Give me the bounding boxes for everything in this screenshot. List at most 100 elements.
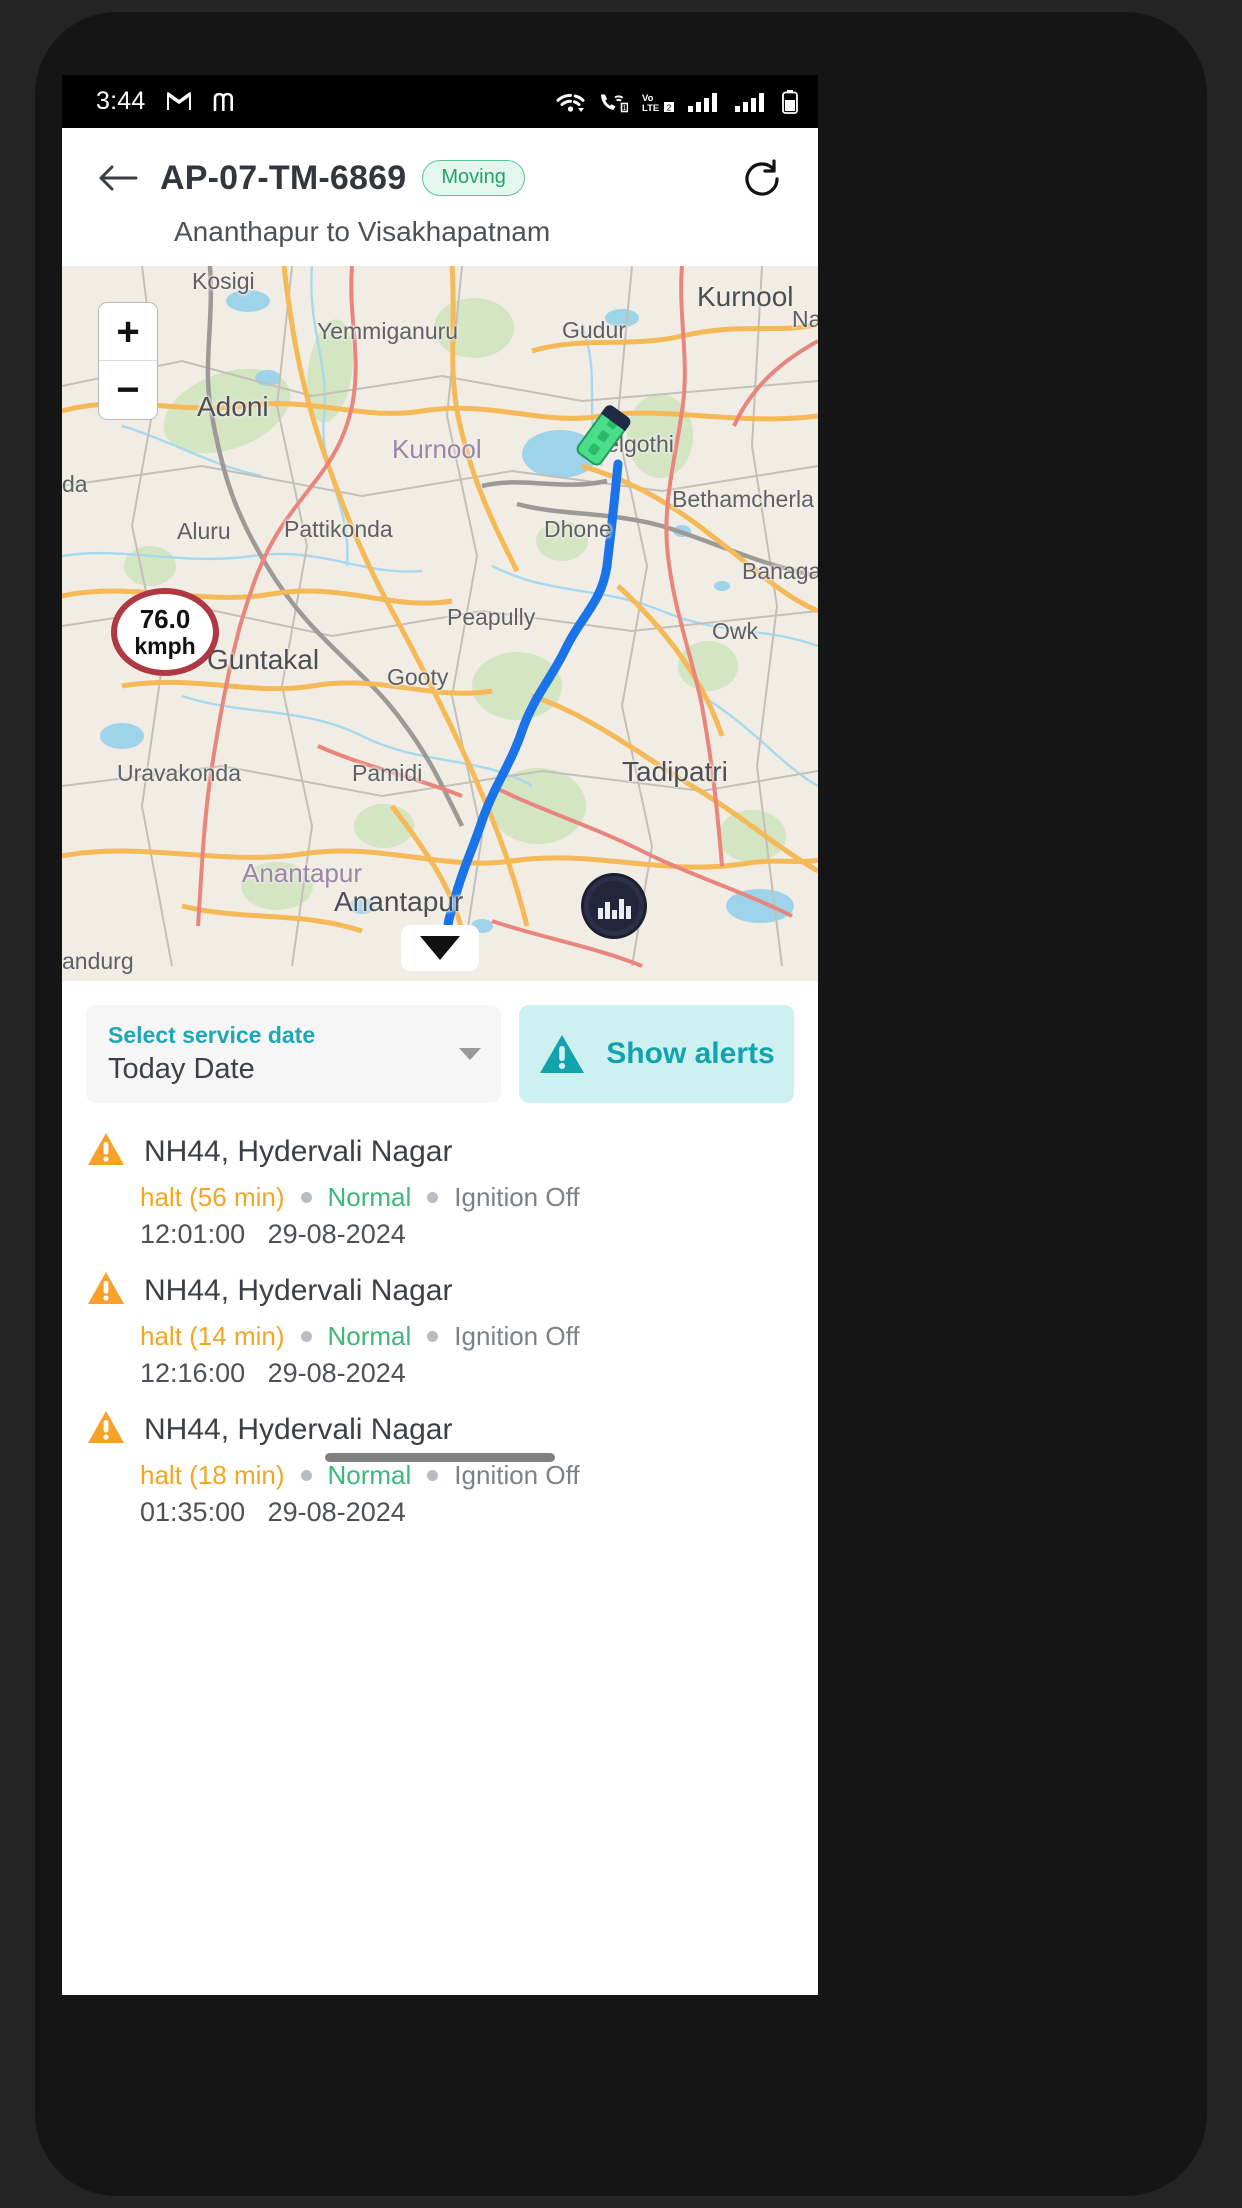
alert-date: 29-08-2024 bbox=[267, 1497, 406, 1528]
map-place-label: Banagan bbox=[742, 558, 818, 584]
service-date-label: Select service date bbox=[108, 1022, 316, 1048]
alert-ignition: Ignition Off bbox=[454, 1182, 580, 1213]
back-button[interactable] bbox=[90, 150, 146, 206]
map-place-label: Pattikonda bbox=[284, 516, 393, 542]
wifi-icon bbox=[556, 91, 585, 113]
home-indicator[interactable] bbox=[325, 1453, 555, 1462]
alert-header: NH44, Hydervali Nagar bbox=[86, 1270, 794, 1311]
show-alerts-button[interactable]: Show alerts bbox=[519, 1005, 794, 1104]
map-place-label: Anantapur bbox=[334, 886, 464, 917]
svg-text:1: 1 bbox=[622, 105, 626, 112]
alert-place: NH44, Hydervali Nagar bbox=[144, 1412, 453, 1446]
alert-meta: halt (14 min) Normal Ignition Off bbox=[140, 1321, 794, 1352]
chevron-down-icon bbox=[459, 1048, 481, 1061]
map-place-label: Owk bbox=[712, 618, 758, 644]
alert-date: 29-08-2024 bbox=[267, 1219, 406, 1250]
map-place-label: Bethamcherla bbox=[672, 486, 814, 512]
alert-halt-duration: halt (14 min) bbox=[140, 1321, 285, 1352]
status-badge: Moving bbox=[422, 160, 525, 196]
separator-dot-icon bbox=[300, 1470, 312, 1482]
alert-time: 12:16:00 bbox=[140, 1358, 246, 1389]
alert-list-item[interactable]: NH44, Hydervali Nagar halt (14 min) Normal… bbox=[86, 1256, 794, 1395]
alert-place: NH44, Hydervali Nagar bbox=[144, 1273, 453, 1307]
speed-badge: 76.0 kmph bbox=[111, 588, 219, 676]
chevron-down-icon bbox=[420, 936, 460, 960]
map-place-label: Kosigi bbox=[192, 268, 255, 294]
status-bar-left: 3:44 bbox=[96, 87, 238, 116]
zoom-in-button[interactable]: + bbox=[99, 303, 157, 361]
warning-triangle-icon bbox=[88, 1272, 124, 1305]
map-place-label: Adoni bbox=[197, 391, 269, 422]
map-place-label: Anantapur bbox=[242, 858, 362, 888]
origin-city-marker[interactable] bbox=[584, 876, 644, 936]
service-date-value: Today Date bbox=[108, 1052, 255, 1085]
alert-list-item[interactable]: NH44, Hydervali Nagar halt (56 min) Normal… bbox=[86, 1117, 794, 1256]
map-place-label: Kurnool bbox=[697, 281, 794, 312]
alert-ignition: Ignition Off bbox=[454, 1460, 580, 1491]
alert-warning-icon bbox=[86, 1270, 126, 1311]
alert-time: 01:35:00 bbox=[140, 1497, 246, 1528]
service-date-text-wrap: Select service date Today Date bbox=[108, 1021, 315, 1087]
svg-text:2: 2 bbox=[667, 102, 672, 112]
zoom-out-button[interactable]: − bbox=[99, 361, 157, 419]
service-date-select[interactable]: Select service date Today Date bbox=[86, 1005, 501, 1104]
alert-halt-duration: halt (56 min) bbox=[140, 1182, 285, 1213]
alert-list-item[interactable]: NH44, Hydervali Nagar halt (18 min) Normal… bbox=[86, 1395, 794, 1534]
alert-place: NH44, Hydervali Nagar bbox=[144, 1134, 453, 1168]
alert-header: NH44, Hydervali Nagar bbox=[86, 1409, 794, 1450]
map-place-label: Dhone bbox=[544, 516, 612, 542]
separator-dot-icon bbox=[427, 1192, 439, 1204]
phone-screen: 3:44 1 Vo LTE 2 AP-07-TM-6869 Moving Ana… bbox=[62, 75, 818, 1995]
vehicle-number: AP-07-TM-6869 bbox=[160, 158, 407, 197]
status-bar-right: 1 Vo LTE 2 bbox=[556, 89, 798, 114]
alert-halt-duration: halt (18 min) bbox=[140, 1460, 285, 1491]
battery-icon bbox=[782, 89, 798, 114]
city-skyline-icon bbox=[597, 899, 631, 919]
map-place-label: Peapully bbox=[447, 604, 536, 630]
bus-window-icon bbox=[596, 429, 610, 443]
bus-window-icon bbox=[587, 442, 601, 456]
route-subtitle: Ananthapur to Visakhapatnam bbox=[174, 216, 551, 247]
separator-dot-icon bbox=[300, 1192, 312, 1204]
alert-date: 29-08-2024 bbox=[267, 1358, 406, 1389]
map-place-label: Pamidi bbox=[352, 760, 423, 786]
map-place-label: Uravakonda bbox=[117, 760, 242, 786]
map-place-label: Aluru bbox=[177, 518, 231, 544]
alert-ignition: Ignition Off bbox=[454, 1321, 580, 1352]
back-arrow-icon bbox=[99, 165, 138, 191]
map-place-label: Gudur bbox=[562, 317, 626, 343]
alert-meta: halt (18 min) Normal Ignition Off bbox=[140, 1460, 794, 1491]
map-place-label: da bbox=[62, 471, 88, 497]
title-wrap: AP-07-TM-6869 Moving bbox=[160, 159, 734, 198]
show-alerts-label: Show alerts bbox=[606, 1037, 775, 1071]
alert-state: Normal bbox=[327, 1460, 412, 1491]
map-place-label: Gooty bbox=[387, 664, 449, 690]
bottom-sheet: Select service date Today Date Show aler… bbox=[62, 981, 818, 1527]
alert-warning-icon bbox=[86, 1131, 126, 1172]
map-place-label: Kurnool bbox=[392, 434, 482, 464]
alert-header: NH44, Hydervali Nagar bbox=[86, 1131, 794, 1172]
speed-value: 76.0 bbox=[139, 604, 191, 635]
alert-time: 12:01:00 bbox=[140, 1219, 246, 1250]
map-place-label: Tadipatri bbox=[622, 756, 728, 787]
status-bar: 3:44 1 Vo LTE 2 bbox=[62, 75, 818, 128]
map-view[interactable]: KosigiYemmiganuruGudurNanKurnoolAdoniKur… bbox=[62, 266, 818, 981]
map-zoom-controls[interactable]: + − bbox=[98, 302, 158, 420]
gmail-icon bbox=[167, 92, 192, 111]
warning-triangle-icon bbox=[88, 1133, 124, 1166]
map-place-label: Guntakal bbox=[207, 644, 320, 675]
alert-state: Normal bbox=[327, 1321, 412, 1352]
separator-dot-icon bbox=[427, 1470, 439, 1482]
alert-timestamp: 01:35:00 29-08-2024 bbox=[140, 1497, 794, 1528]
warning-triangle-icon bbox=[88, 1411, 124, 1444]
volte-sim2-icon: Vo LTE 2 bbox=[641, 91, 675, 113]
signal-sim1-icon bbox=[688, 91, 722, 113]
svg-text:LTE: LTE bbox=[642, 103, 659, 113]
bus-window-icon bbox=[605, 416, 619, 430]
refresh-button[interactable] bbox=[734, 150, 790, 206]
speed-unit: kmph bbox=[134, 632, 196, 659]
map-collapse-button[interactable] bbox=[401, 925, 479, 971]
alert-meta: halt (56 min) Normal Ignition Off bbox=[140, 1182, 794, 1213]
alert-list: NH44, Hydervali Nagar halt (56 min) Normal… bbox=[62, 1103, 818, 1534]
map-place-label: andurg bbox=[62, 948, 134, 974]
